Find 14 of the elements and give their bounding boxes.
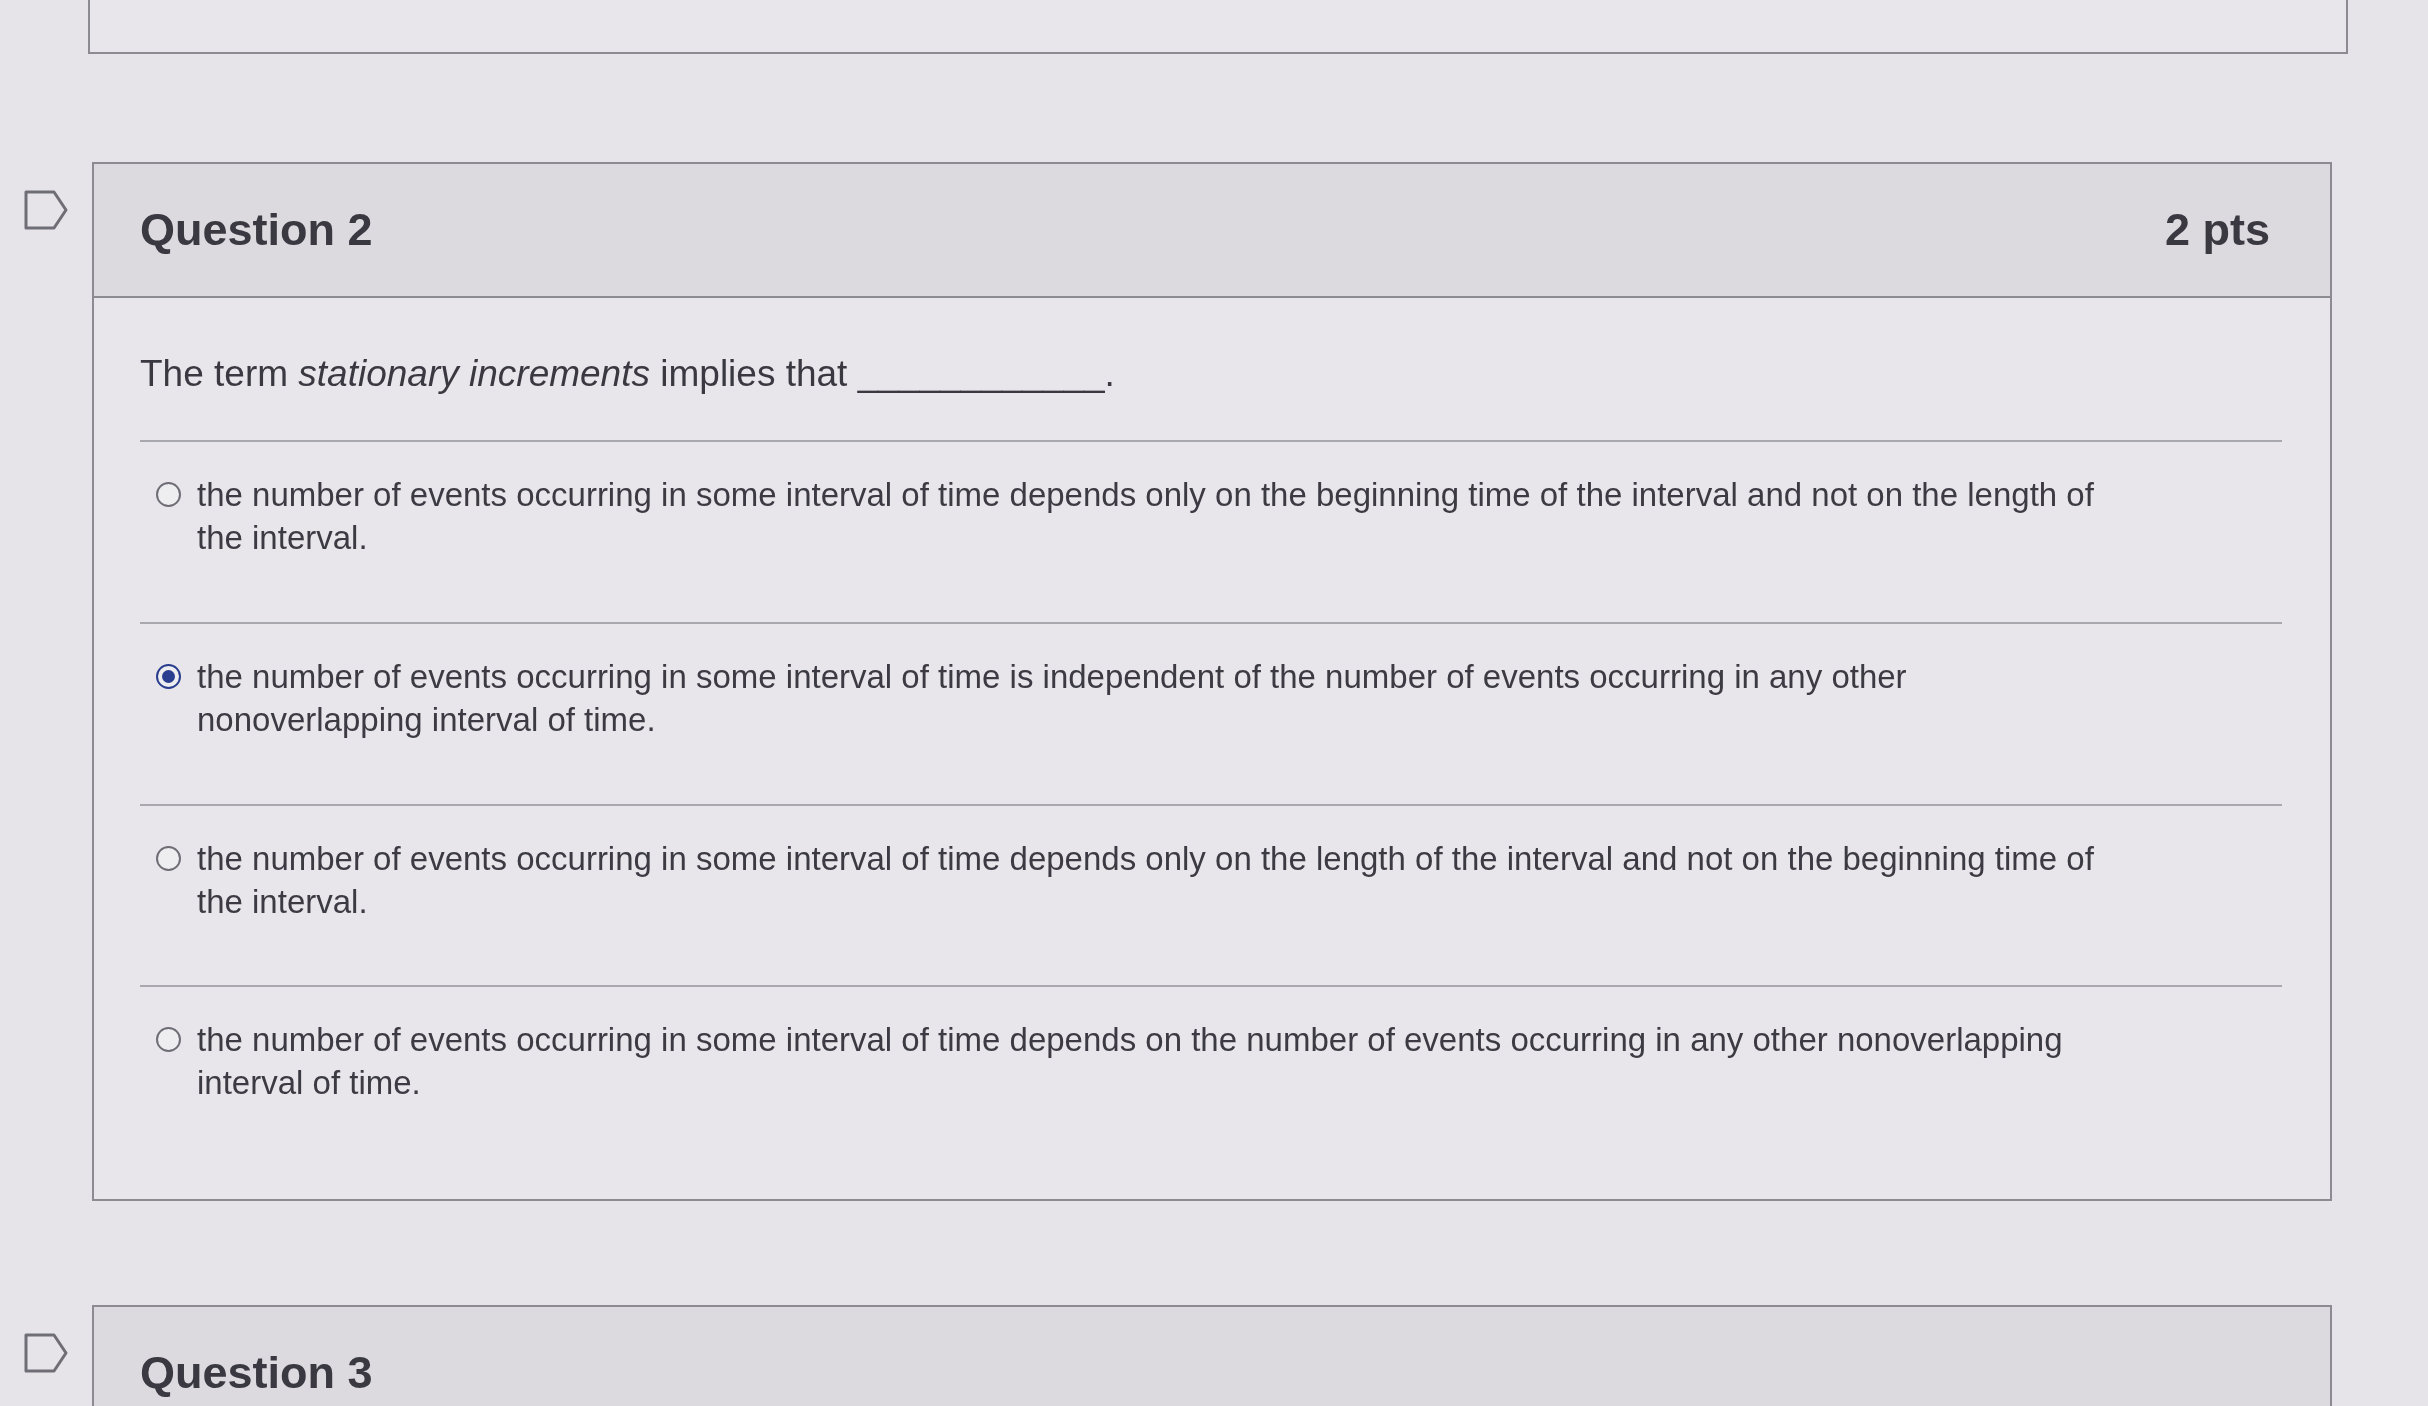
radio-button[interactable] (156, 482, 181, 508)
answer-text: the number of events occurring in some interval of time depends on the number of events occurring in any other nonoverlapping interval of time. (197, 1020, 2064, 1104)
question-title: Question 2 (140, 204, 373, 256)
answer-text: the number of events occurring in some interval of time depends only on the length of the interval and not on the beginning time of the interval. (197, 838, 2095, 922)
answer-text: the number of events occurring in some interval of time is independent of the number of events occurring in any other nonoverlapping interval of time. (197, 656, 1908, 740)
question-prompt: The term stationary increments implies that ____________. (140, 352, 1116, 396)
radio-button[interactable] (156, 663, 181, 689)
radio-button[interactable] (156, 845, 181, 871)
flag-outline-icon[interactable] (23, 1333, 69, 1374)
question-title: Question 3 (140, 1347, 373, 1400)
radio-button[interactable] (156, 1027, 181, 1053)
flag-outline-icon[interactable] (23, 190, 69, 230)
answer-text: the number of events occurring in some interval of time depends only on the beginning time of the interval and not on the length of the interval. (197, 475, 2095, 558)
points-label: 2 pts (2164, 204, 2270, 256)
